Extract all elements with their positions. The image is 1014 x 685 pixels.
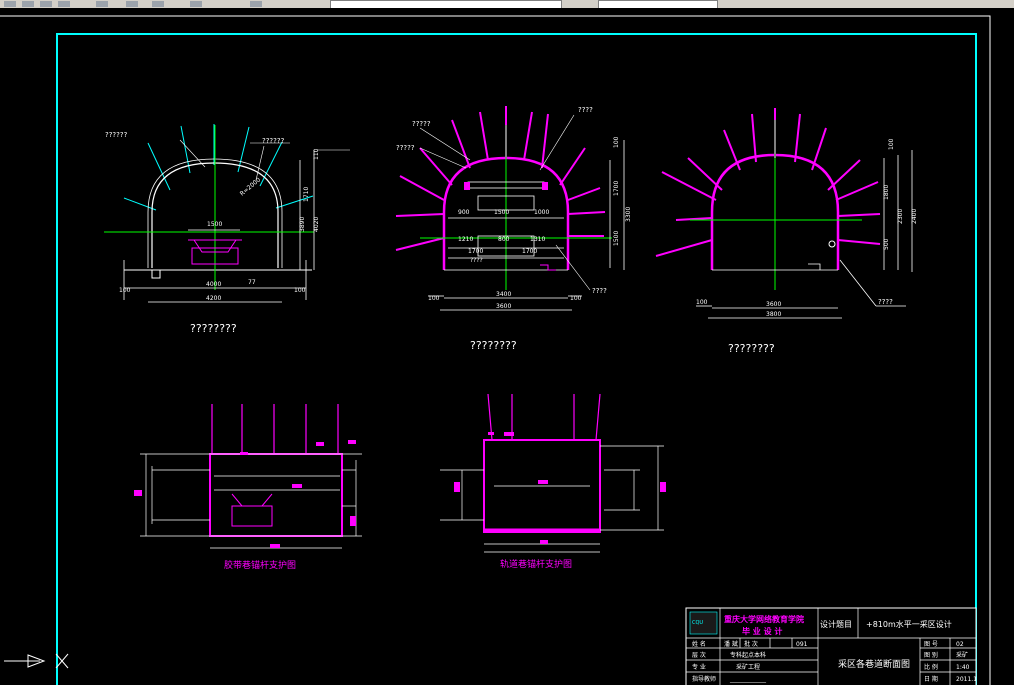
right-plan-title: 轨道巷锚杆支护图 [500,558,572,570]
middle-v-100: 100 [613,136,620,148]
left-dim-1500: 1500 [207,221,222,228]
design-topic-label: 设计题目 [820,619,852,629]
drawing-title: 采区各巷道断面图 [838,658,910,670]
label-advisor: 指导教师 [692,675,716,683]
middle-callout-4: ???? [592,287,607,295]
value-drawing-no: 02 [956,641,964,648]
middle-callout-3: ???? [470,257,483,264]
middle-dim-100b: 100 [570,295,582,302]
left-dim-3890: 3890 [299,217,306,232]
label-level: 层 次 [692,651,706,659]
design-topic: +810m水平一采区设计 [866,619,952,629]
left-dim-110: 110 [313,148,320,160]
middle-v-1500: 1500 [613,231,620,246]
right-v-100: 100 [888,138,895,150]
middle-caption: ???????? [470,339,517,352]
middle-dim-1210: 1210 [458,236,473,243]
left-dim-100a: 100 [119,287,131,294]
value-category: 采矿 [956,651,968,659]
label-scale: 比 例 [924,663,938,671]
right-dim-100: 100 [696,299,708,306]
school-name: 重庆大学网络教育学院 [724,614,804,624]
value-advisor: ____________ [729,676,767,683]
right-width-outer: 3800 [766,311,781,318]
middle-dim-1500: 1500 [494,209,509,216]
right-caption: ???????? [728,342,775,355]
label-drawing-no: 图 号 [924,641,938,648]
middle-dim-1310: 1310 [530,236,545,243]
value-batch: 091 [796,641,808,648]
middle-v-3300: 3300 [625,207,632,222]
subtitle: 毕 业 设 计 [742,626,782,636]
middle-dim-800: 800 [498,236,510,243]
middle-dim-900: 900 [458,209,470,216]
middle-callout-2: ????? [396,144,415,152]
svg-text:77: 77 [248,279,256,286]
value-major: 采矿工程 [736,663,760,671]
right-v-500: 500 [883,238,890,250]
school-logo: CQU [692,620,703,626]
value-name: 潘 斌 [724,640,738,648]
value-scale: 1:40 [956,664,970,671]
middle-v-1700: 1700 [613,181,620,196]
left-dim-4020: 4020 [313,217,320,232]
right-v-1800: 1800 [883,185,890,200]
right-callout: ???? [878,298,893,306]
right-v-2400: 2400 [911,209,918,224]
value-level: 专科起点本科 [730,651,766,659]
middle-dim-100a: 100 [428,295,440,302]
label-batch: 批 次 [744,640,758,648]
left-width-inner: 4000 [206,281,221,288]
left-caption: ???????? [190,322,237,335]
left-callout-bolt: ?????? [105,131,128,139]
middle-dim-1700b: 1700 [522,248,537,255]
middle-callout-1: ????? [412,120,431,128]
left-width-outer: 4200 [206,295,221,302]
left-plan-title: 胶带巷锚杆支护图 [224,559,296,571]
middle-dim-1000: 1000 [534,209,549,216]
value-date: 2011.1 [956,676,977,683]
middle-width-inner: 3400 [496,291,511,298]
left-callout-bolt2: ?????? [262,137,285,145]
label-name: 姓 名 [692,640,706,648]
cad-drawing[interactable]: ?????? ?????? R=2000 1500 4000 4200 100 … [0,0,1014,685]
right-v-2300: 2300 [897,209,904,224]
label-date: 日 期 [924,675,938,683]
left-dim-100b: 100 [294,287,306,294]
label-category: 图 别 [924,651,938,659]
middle-dim-1700a: 1700 [468,248,483,255]
middle-width-outer: 3600 [496,303,511,310]
left-dim-1710: 1710 [303,187,310,202]
title-block: CQU 重庆大学网络教育学院 毕 业 设 计 设计题目 +810m水平一采区设计… [685,607,977,685]
right-width-inner: 3600 [766,301,781,308]
middle-callout-0: ???? [578,106,593,114]
label-major: 专 业 [692,663,706,671]
